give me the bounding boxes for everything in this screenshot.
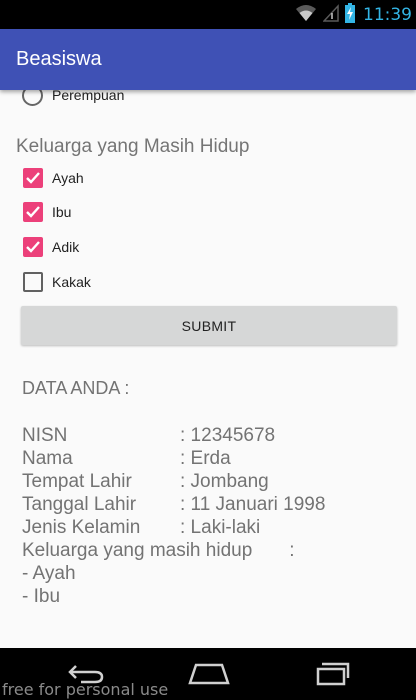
wifi-icon <box>295 4 317 27</box>
result-family-colon: : <box>289 540 295 561</box>
result-label: Jenis Kelamin <box>22 517 141 538</box>
checkbox-ibu[interactable]: Ibu <box>23 201 71 223</box>
result-row-jenis-kelamin: Jenis Kelamin : Laki-laki <box>22 516 402 539</box>
watermark: free for personal use <box>2 680 169 699</box>
checkbox-ayah[interactable]: Ayah <box>23 167 84 189</box>
checkbox-label: Kakak <box>52 274 91 290</box>
app-bar: Beasiswa <box>0 29 416 90</box>
result-label: Nama <box>22 448 73 469</box>
result-family-heading: Keluarga yang masih hidup : <box>22 539 295 562</box>
home-icon[interactable] <box>185 660 233 688</box>
result-value: : Laki-laki <box>180 517 261 538</box>
result-row-nama: Nama : Erda <box>22 447 402 470</box>
radio-perempuan[interactable]: Perempuan <box>22 90 124 106</box>
result-table: NISN : 12345678 Nama : Erda Tempat Lahir… <box>22 424 402 539</box>
radio-button[interactable] <box>22 90 43 106</box>
result-label: Tempat Lahir <box>22 471 132 492</box>
result-title: DATA ANDA : <box>22 378 130 398</box>
checkbox-unchecked-icon[interactable] <box>23 272 43 292</box>
checkbox-adik[interactable]: Adik <box>23 236 79 258</box>
result-row-tempat-lahir: Tempat Lahir : Jombang <box>22 470 402 493</box>
battery-icon <box>345 2 355 28</box>
checkbox-label: Ibu <box>52 204 72 220</box>
checkbox-checked-icon[interactable] <box>23 202 43 222</box>
recents-icon[interactable] <box>309 660 357 688</box>
result-row-nisn: NISN : 12345678 <box>22 424 402 447</box>
result-row-tanggal-lahir: Tanggal Lahir : 11 Januari 1998 <box>22 493 402 516</box>
status-time: 11:39 <box>363 5 412 25</box>
result-family-label: Keluarga yang masih hidup <box>22 540 253 561</box>
result-value: : 11 Januari 1998 <box>180 494 326 515</box>
result-family-item: - Ayah <box>22 563 76 584</box>
submit-button[interactable]: SUBMIT <box>21 306 397 345</box>
form-content[interactable]: Perempuan Keluarga yang Masih Hidup Ayah… <box>0 90 416 648</box>
checkbox-label: Adik <box>52 239 80 255</box>
family-section-title: Keluarga yang Masih Hidup <box>16 136 250 157</box>
result-value: : Jombang <box>180 471 269 492</box>
checkbox-checked-icon[interactable] <box>23 237 43 257</box>
result-value: : Erda <box>180 448 231 469</box>
status-icons: 11:39 <box>295 2 412 28</box>
checkbox-kakak[interactable]: Kakak <box>23 271 91 293</box>
result-label: Tanggal Lahir <box>22 494 137 515</box>
result-label: NISN <box>22 425 68 446</box>
result-family-item: - Ibu <box>22 586 61 607</box>
signal-icon <box>322 3 339 27</box>
radio-label: Perempuan <box>52 90 125 103</box>
result-family: Keluarga yang masih hidup : - Ayah - Ibu <box>22 539 295 608</box>
checkbox-label: Ayah <box>52 170 84 186</box>
app-title: Beasiswa <box>16 48 102 70</box>
status-bar: 11:39 <box>0 0 416 29</box>
result-value: : 12345678 <box>180 425 276 446</box>
checkbox-checked-icon[interactable] <box>23 168 43 188</box>
